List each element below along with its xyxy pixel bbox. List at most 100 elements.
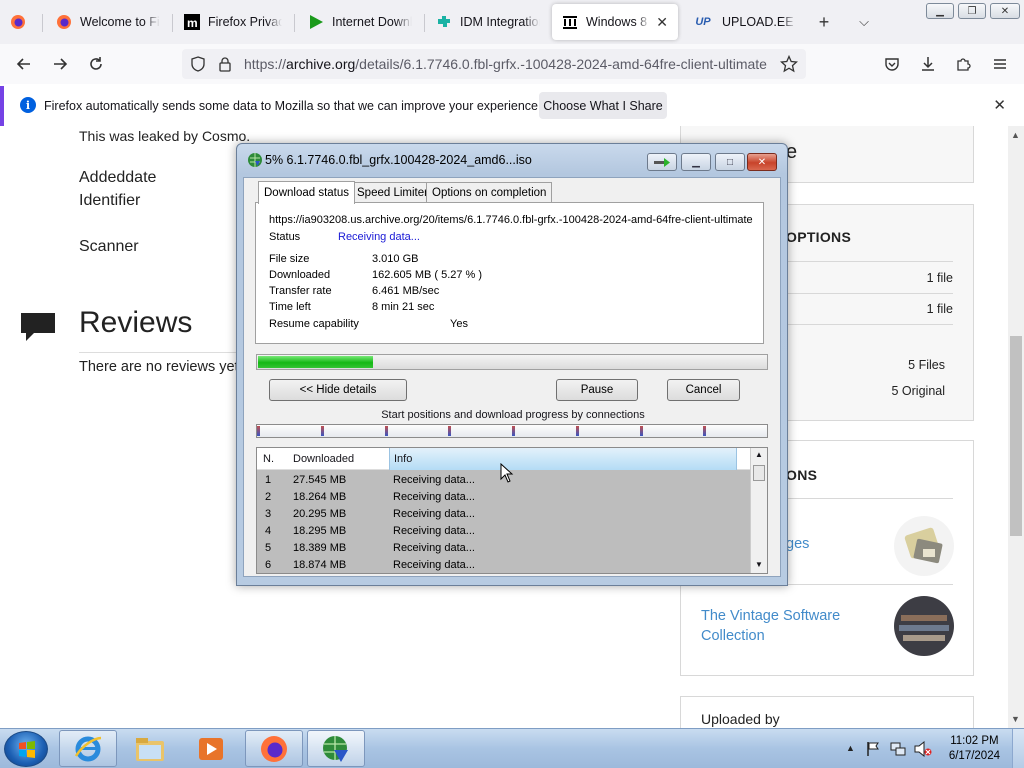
connection-start-marker	[257, 426, 260, 436]
tab-windows8-active[interactable]: Windows 8 ( ✕	[552, 4, 678, 40]
cancel-button[interactable]: Cancel	[667, 379, 740, 401]
dialog-title: 5% 6.1.7746.0.fbl_grfx.100428-2024_amd6.…	[265, 153, 532, 167]
collections-heading: ONS	[786, 467, 818, 483]
connection-row[interactable]: 5 18.389 MB Receiving data...	[257, 540, 752, 557]
pocket-icon[interactable]	[880, 52, 904, 76]
window-restore-button[interactable]: ❐	[958, 3, 986, 19]
tracking-protection-shield-icon[interactable]	[190, 56, 206, 75]
tab-separator	[424, 14, 425, 32]
minimize-to-tray-button[interactable]	[647, 153, 677, 171]
tab-privacy-notice[interactable]: m Firefox Privacy Notice	[174, 4, 292, 40]
mozilla-m-icon: m	[184, 14, 200, 30]
puzzle-icon	[436, 14, 452, 30]
connection-downloaded: 27.545 MB	[293, 474, 347, 486]
connection-start-marker	[385, 426, 388, 436]
scroll-up-arrow-icon[interactable]: ▲	[1011, 130, 1020, 140]
tab-speed-limiter[interactable]: Speed Limiter	[351, 182, 434, 203]
collection-link[interactable]: ges	[786, 536, 809, 552]
scrollbar-thumb[interactable]	[1010, 336, 1022, 536]
lock-icon[interactable]	[218, 56, 232, 75]
bookmark-star-icon[interactable]	[779, 54, 799, 76]
connection-row[interactable]: 4 18.295 MB Receiving data...	[257, 523, 752, 540]
scroll-up-arrow-icon[interactable]: ▲	[755, 450, 763, 459]
action-center-flag-icon[interactable]	[866, 741, 880, 757]
no-reviews-text: There are no reviews yet	[79, 359, 239, 375]
tab-title: Welcome to Firefox	[80, 15, 160, 29]
url-bar[interactable]: https://archive.org/details/6.1.7746.0.f…	[182, 49, 806, 79]
pause-button[interactable]: Pause	[556, 379, 638, 401]
tab-download-status[interactable]: Download status	[258, 181, 356, 204]
taskbar-firefox[interactable]	[245, 730, 303, 767]
connection-row[interactable]: 2 18.264 MB Receiving data...	[257, 489, 752, 506]
tab-title: IDM Integration Module	[460, 15, 540, 29]
vintage-software-collection-link[interactable]: The Vintage Software Collection	[701, 606, 871, 646]
hide-details-button[interactable]: << Hide details	[269, 379, 407, 401]
tab-idm-integration[interactable]: IDM Integration Module	[426, 4, 550, 40]
tab-upload-ee[interactable]: UP UPLOAD.EE - id	[682, 4, 806, 40]
firefox-view-icon	[10, 14, 26, 30]
scroll-down-arrow-icon[interactable]: ▼	[755, 560, 763, 569]
tab-separator	[172, 14, 173, 32]
url-text[interactable]: https://archive.org/details/6.1.7746.0.f…	[244, 56, 774, 72]
dialog-minimize-button[interactable]: ▁	[681, 153, 711, 171]
original-count[interactable]: 5 Original	[892, 384, 946, 398]
connection-start-marker	[640, 426, 643, 436]
hamburger-menu-icon[interactable]	[988, 52, 1012, 76]
connection-downloaded: 20.295 MB	[293, 508, 347, 520]
window-minimize-button[interactable]: ▁	[926, 3, 954, 19]
collection-thumbnail-disks[interactable]	[893, 515, 955, 577]
back-arrow-icon[interactable]	[12, 52, 36, 76]
reload-icon[interactable]	[84, 52, 108, 76]
taskbar-idm[interactable]	[307, 730, 365, 767]
firefox-view-button[interactable]	[0, 4, 40, 40]
connection-info: Receiving data...	[393, 474, 475, 486]
taskbar-file-explorer[interactable]	[121, 730, 179, 767]
close-tab-icon[interactable]: ✕	[656, 14, 668, 31]
dialog-close-button[interactable]: ✕	[747, 153, 777, 171]
tab-separator	[42, 14, 43, 32]
page-scrollbar[interactable]: ▲ ▼	[1008, 126, 1024, 728]
tab-idm[interactable]: Internet Download Manager	[298, 4, 422, 40]
notification-area: ▲ 11:02 PM 6/17/2024	[842, 729, 1024, 768]
downloads-icon[interactable]	[916, 52, 940, 76]
connection-number: 5	[265, 542, 272, 554]
taskbar-media-player[interactable]	[182, 730, 240, 767]
tab-options-on-completion[interactable]: Options on completion	[426, 182, 553, 203]
connection-row[interactable]: 6 18.874 MB Receiving data...	[257, 557, 752, 573]
extensions-puzzle-icon[interactable]	[952, 52, 976, 76]
connection-row[interactable]: 3 20.295 MB Receiving data...	[257, 506, 752, 523]
download-url: https://ia903208.us.archive.org/20/items…	[269, 214, 753, 226]
dialog-maximize-button[interactable]: □	[715, 153, 745, 171]
option-row-count[interactable]: 1 file	[927, 302, 953, 316]
network-icon[interactable]	[890, 741, 906, 757]
connections-list-scrollbar[interactable]: ▲ ▼	[750, 448, 767, 573]
svg-text:m: m	[187, 16, 198, 30]
status-label: Status	[269, 231, 301, 243]
volume-muted-icon[interactable]	[914, 741, 932, 757]
taskbar-internet-explorer[interactable]	[59, 730, 117, 767]
forward-arrow-icon[interactable]	[48, 52, 72, 76]
option-row-count[interactable]: 1 file	[927, 271, 953, 285]
start-orb-button[interactable]	[4, 731, 48, 767]
archive-org-icon	[562, 14, 578, 30]
column-header-downloaded[interactable]: Downloaded	[293, 453, 354, 465]
download-progress-bar	[256, 354, 768, 370]
clock-time: 11:02 PM	[950, 735, 999, 747]
column-header-info[interactable]: Info	[389, 448, 737, 470]
new-tab-plus-icon[interactable]: +	[814, 12, 834, 32]
files-count[interactable]: 5 Files	[908, 358, 945, 372]
scrollbar-thumb[interactable]	[753, 465, 765, 481]
list-tabs-chevron-icon[interactable]: ⌵	[854, 12, 874, 32]
show-hidden-icons-icon[interactable]: ▲	[846, 743, 855, 753]
collection-thumbnail-vintage[interactable]	[893, 595, 955, 657]
close-notification-icon[interactable]: ✕	[993, 96, 1006, 114]
time-left-value: 8 min 21 sec	[372, 301, 435, 313]
scroll-down-arrow-icon[interactable]: ▼	[1011, 714, 1020, 724]
choose-what-i-share-button[interactable]: Choose What I Share	[539, 92, 667, 119]
show-desktop-button[interactable]	[1012, 729, 1024, 768]
column-header-n[interactable]: N.	[263, 453, 274, 465]
connection-start-marker	[321, 426, 324, 436]
system-clock[interactable]: 11:02 PM 6/17/2024	[949, 734, 1000, 764]
tab-welcome[interactable]: Welcome to Firefox	[46, 4, 170, 40]
window-close-button[interactable]: ✕	[990, 3, 1020, 19]
